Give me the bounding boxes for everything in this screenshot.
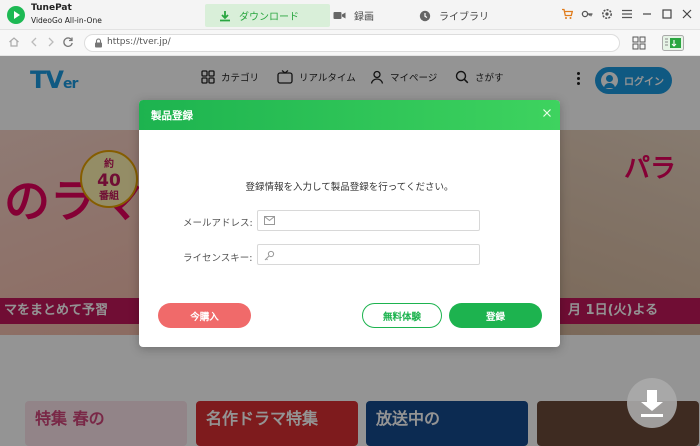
dialog-message: 登録情報を入力して製品登録を行ってください。	[245, 182, 454, 193]
dialog-title: 製品登録	[151, 110, 193, 122]
address-bar: https://tver.jp/	[0, 30, 700, 56]
maximize-icon[interactable]	[660, 7, 674, 21]
register-button[interactable]: 登録	[449, 303, 542, 328]
home-icon[interactable]	[7, 36, 21, 50]
close-window-icon[interactable]	[680, 7, 694, 21]
sidebar-toggle-icon[interactable]	[662, 35, 684, 54]
lock-icon	[95, 38, 102, 48]
title-bar: TunePat VideoGo All-in-One ダウンロード 録画 ライブ…	[0, 0, 700, 30]
license-label: ライセンスキー:	[183, 253, 253, 264]
url-text: https://tver.jp/	[107, 37, 171, 47]
minimize-icon[interactable]	[640, 7, 654, 21]
tab-library-label: ライブラリ	[439, 12, 489, 23]
close-icon[interactable]	[541, 108, 553, 120]
url-input[interactable]: https://tver.jp/	[84, 34, 620, 52]
trial-button[interactable]: 無料体験	[362, 303, 442, 328]
key-icon	[264, 250, 275, 261]
clock-icon	[419, 10, 431, 21]
registration-dialog: 製品登録 登録情報を入力して製品登録を行ってください。 メールアドレス: ライセ…	[139, 100, 560, 347]
license-input[interactable]	[280, 247, 476, 262]
key-icon[interactable]	[580, 7, 594, 21]
extensions-grid-icon[interactable]	[632, 36, 646, 53]
tab-download[interactable]: ダウンロード	[205, 4, 330, 27]
buy-button[interactable]: 今購入	[158, 303, 251, 328]
settings-icon[interactable]	[600, 7, 614, 21]
dialog-header: 製品登録	[139, 100, 560, 130]
reload-icon[interactable]	[61, 36, 75, 50]
back-icon[interactable]	[27, 36, 41, 50]
tab-library[interactable]: ライブラリ	[417, 4, 497, 27]
app-logo-icon	[7, 6, 25, 24]
cart-icon[interactable]	[560, 7, 574, 21]
license-field[interactable]	[257, 244, 480, 265]
tab-record-label: 録画	[354, 12, 374, 23]
camera-icon	[333, 12, 346, 19]
floating-download-icon[interactable]	[627, 378, 677, 428]
download-icon	[220, 10, 230, 21]
tab-record[interactable]: 録画	[331, 4, 391, 27]
app-name: TunePat	[31, 3, 72, 13]
email-label: メールアドレス:	[183, 218, 253, 229]
menu-icon[interactable]	[620, 7, 634, 21]
app-subtitle: VideoGo All-in-One	[31, 16, 102, 25]
window-controls	[560, 7, 694, 21]
email-input[interactable]	[280, 213, 476, 228]
tab-download-label: ダウンロード	[239, 12, 299, 23]
email-field[interactable]	[257, 210, 480, 231]
forward-icon[interactable]	[44, 36, 58, 50]
mail-icon	[264, 216, 275, 225]
